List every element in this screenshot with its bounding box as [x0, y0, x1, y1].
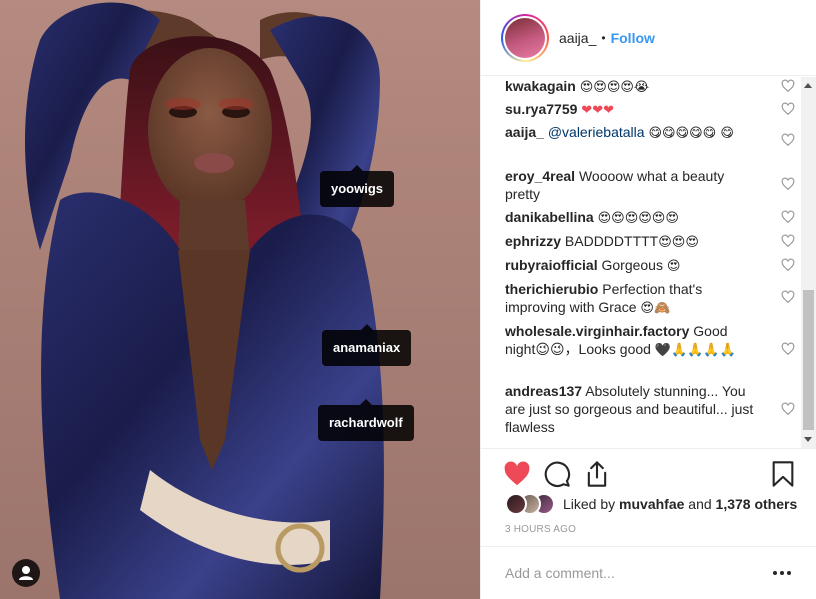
liked-by-user[interactable]: muvahfae	[619, 496, 684, 512]
add-comment-bar	[481, 546, 816, 599]
likes-prefix: Liked by	[563, 496, 616, 512]
comment-emoji: 😍	[666, 259, 681, 274]
comment-item: wholesale.virginhair.factory Good night😉…	[481, 322, 801, 360]
comment-like-icon[interactable]	[781, 234, 795, 248]
comment-item: eroy_4real Woooow what a beauty pretty	[481, 167, 801, 203]
add-comment-input[interactable]	[505, 565, 793, 581]
comment-username[interactable]: therichierubio	[505, 281, 598, 297]
post-timestamp[interactable]: 3 HOURS AGO	[505, 524, 576, 535]
follow-button[interactable]: Follow	[611, 30, 655, 46]
likes-others-link[interactable]: 1,378 others	[716, 496, 798, 512]
scroll-up-icon[interactable]	[804, 83, 812, 88]
comment-like-icon[interactable]	[781, 342, 795, 356]
likes-conjunction: and	[688, 496, 712, 512]
comment-bubble-icon[interactable]	[543, 460, 571, 488]
user-icon	[19, 566, 33, 580]
comment-like-icon[interactable]	[781, 79, 795, 93]
comment-like-icon[interactable]	[781, 402, 795, 416]
comment-text: Gorgeous	[601, 257, 663, 273]
scrollbar-thumb[interactable]	[803, 290, 814, 430]
comment-item: therichierubio Perfection that's improvi…	[481, 280, 801, 318]
user-tags-button[interactable]	[12, 559, 40, 587]
comment-like-icon[interactable]	[781, 102, 795, 116]
comments-list: kwakagain 😍😍😍😍😭 su.rya7759 ❤❤❤ aaija_ @v…	[481, 77, 801, 448]
comment-username[interactable]: aaija_	[505, 124, 544, 140]
heart-filled-icon[interactable]	[503, 460, 531, 488]
comment-like-icon[interactable]	[781, 177, 795, 191]
photo-tag-rachardwolf[interactable]: rachardwolf	[318, 399, 414, 441]
comment-like-icon[interactable]	[781, 258, 795, 272]
comment-like-icon[interactable]	[781, 210, 795, 224]
liker-avatars[interactable]	[505, 493, 557, 515]
comment-username[interactable]: andreas137	[505, 383, 582, 399]
comment-item: kwakagain 😍😍😍😍😭	[481, 77, 801, 97]
comment-emoji: 😍😍😍	[658, 235, 699, 250]
comment-username[interactable]: ephrizzy	[505, 233, 561, 249]
comment-emoji: 😋😋😋😋😋 😋	[648, 126, 734, 141]
bookmark-icon[interactable]	[769, 460, 797, 488]
avatar	[505, 493, 527, 515]
comment-text: BADDDDTTTT	[564, 233, 659, 249]
comment-like-icon[interactable]	[781, 290, 795, 304]
comment-mention[interactable]: @valeriebatalla	[548, 124, 645, 140]
comment-item: ephrizzy BADDDDTTTT😍😍😍	[481, 232, 801, 252]
comment-emoji: 😍😍😍😍😭	[579, 80, 650, 95]
photo-tag-anamaniax[interactable]: anamaniax	[322, 324, 412, 366]
comment-emoji: 😍😍😍😍😍😍	[597, 211, 679, 226]
comment-item: andreas137 Absolutely stunning... You ar…	[481, 382, 801, 436]
comment-item: aaija_ @valeriebatalla 😋😋😋😋😋 😋	[481, 123, 801, 147]
comment-username[interactable]: eroy_4real	[505, 168, 575, 184]
comment-emoji: 🖤🙏🙏🙏🙏	[654, 343, 736, 358]
author-avatar[interactable]	[501, 13, 549, 62]
comments-scrollbar[interactable]	[801, 77, 816, 448]
comment-username[interactable]: kwakagain	[505, 78, 576, 94]
post-photo[interactable]: yoowigs anamaniax rachardwolf	[0, 0, 480, 599]
comment-username[interactable]: wholesale.virginhair.factory	[505, 323, 689, 339]
photo-tag-yoowigs[interactable]: yoowigs	[320, 165, 395, 207]
comment-username[interactable]: rubyraiofficial	[505, 257, 598, 273]
post-actions	[481, 448, 816, 498]
header-separator: •	[601, 30, 606, 45]
share-icon[interactable]	[583, 460, 611, 488]
post-header: aaija_ • Follow	[481, 0, 816, 76]
post-side-panel: aaija_ • Follow kwakagain 😍😍😍😍😭 su.rya77…	[480, 0, 816, 599]
author-username[interactable]: aaija_	[559, 30, 596, 46]
comment-username[interactable]: su.rya7759	[505, 101, 577, 117]
comment-emoji: 😍🙈	[640, 301, 671, 316]
comment-emoji: ❤❤❤	[581, 103, 614, 118]
scroll-down-icon[interactable]	[804, 437, 812, 442]
likes-summary: Liked by muvahfae and 1,378 others	[505, 492, 797, 516]
comment-item: rubyraiofficial Gorgeous 😍	[481, 256, 801, 276]
portrait-illustration	[25, 2, 384, 599]
more-options-icon[interactable]	[773, 571, 791, 577]
comment-item: su.rya7759 ❤❤❤	[481, 100, 801, 120]
comment-username[interactable]: danikabellina	[505, 209, 594, 225]
comment-like-icon[interactable]	[781, 133, 795, 147]
comment-item: danikabellina 😍😍😍😍😍😍	[481, 208, 801, 228]
